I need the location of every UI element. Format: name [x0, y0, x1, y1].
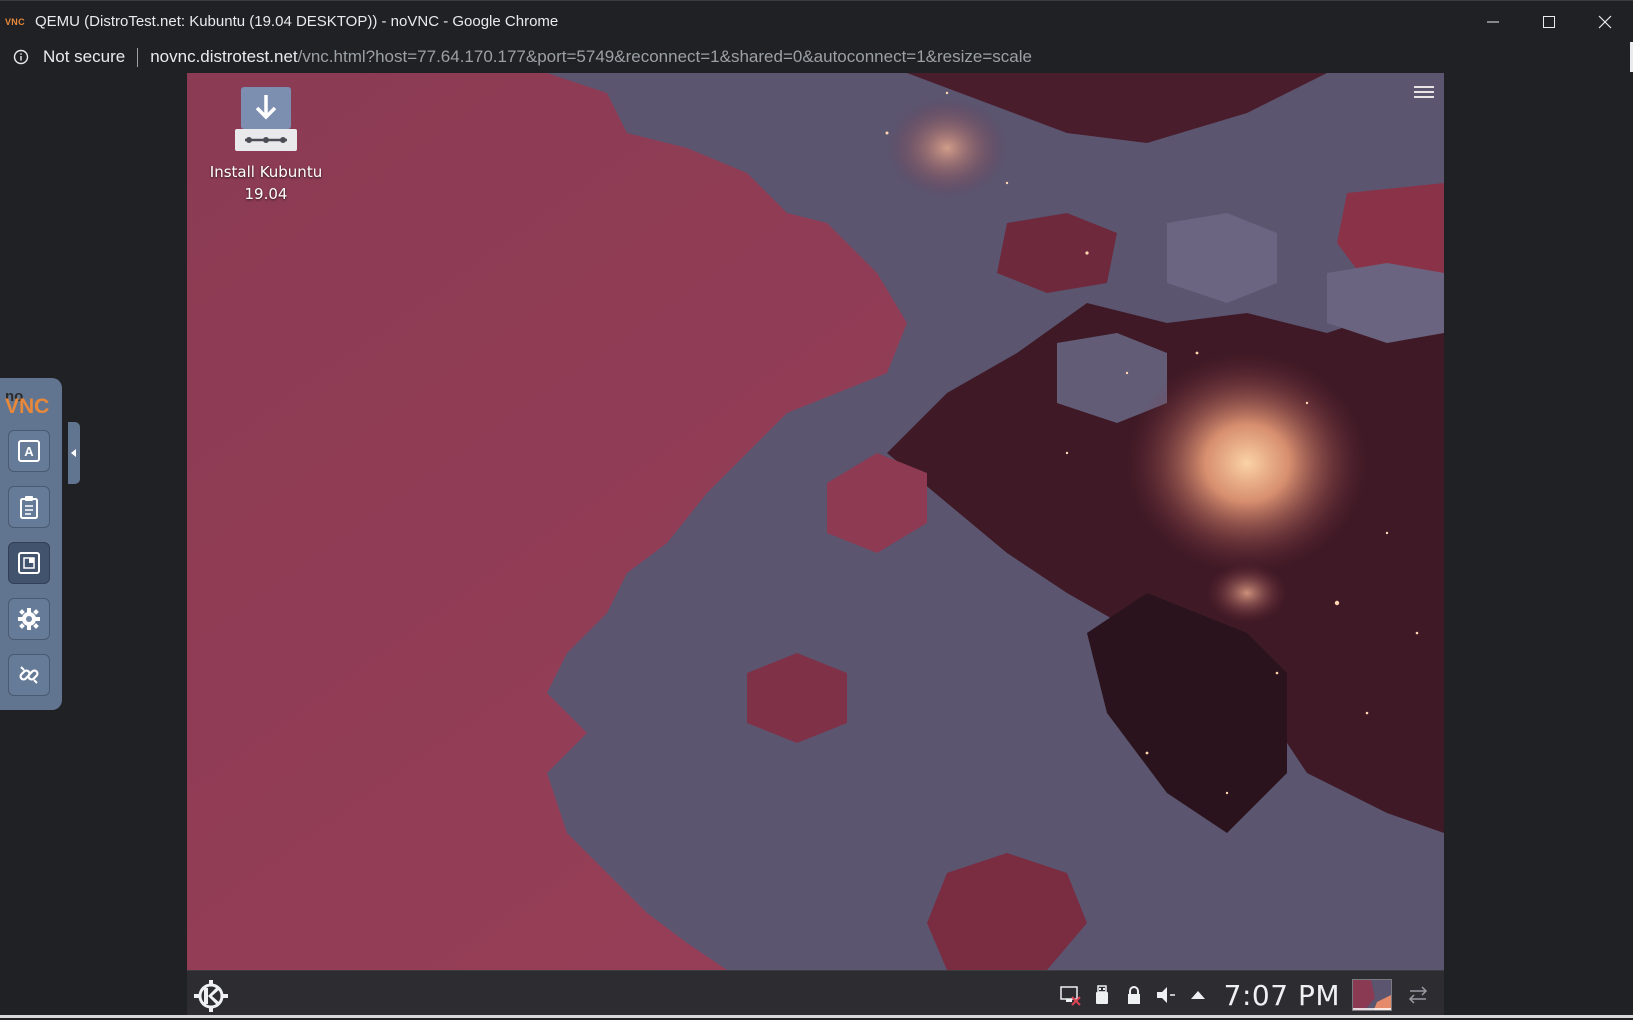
desktop-icon-install-kubuntu[interactable]: Install Kubuntu 19.04	[201, 85, 331, 205]
address-bar[interactable]: Not secure novnc.distrotest.net/vnc.html…	[0, 42, 1633, 72]
volume-tray-button[interactable]	[1152, 981, 1180, 1009]
address-divider	[137, 47, 139, 67]
minimize-button[interactable]	[1465, 1, 1521, 43]
vnc-screen[interactable]: Install Kubuntu 19.04	[187, 73, 1444, 970]
novnc-logo: no VNC	[5, 389, 50, 418]
network-tray-button[interactable]	[1056, 981, 1084, 1009]
system-tray: 7:07 PM	[1054, 971, 1434, 1019]
disconnect-icon	[19, 666, 39, 684]
desktop-icon-label-line2: 19.04	[244, 185, 288, 203]
close-button[interactable]	[1577, 1, 1633, 43]
hamburger-menu-icon	[1414, 86, 1434, 88]
fullscreen-icon	[18, 552, 40, 574]
desktop-toolbox-button[interactable]	[1414, 83, 1434, 101]
panel-options-button[interactable]	[1404, 981, 1432, 1009]
maximize-icon	[1543, 16, 1555, 28]
digital-clock[interactable]: 7:07 PM	[1224, 979, 1340, 1012]
expand-arrow-icon	[1190, 991, 1205, 999]
kubuntu-wallpaper	[187, 73, 1444, 970]
extra-keys-button[interactable]: A	[8, 430, 50, 472]
desktop-icon-label-line1: Install Kubuntu	[209, 163, 323, 181]
panel-settings-icon	[1408, 986, 1428, 1004]
gear-icon	[18, 608, 40, 630]
svg-text:A: A	[24, 444, 34, 459]
desktop-icon-label: Install Kubuntu 19.04	[210, 161, 322, 205]
kde-taskbar: 7:07 PM	[187, 970, 1444, 1018]
hamburger-line	[1414, 91, 1434, 93]
window-title: QEMU (DistroTest.net: Kubuntu (19.04 DES…	[35, 13, 559, 30]
settings-button[interactable]	[8, 598, 50, 640]
lock-tray-button[interactable]	[1120, 981, 1148, 1009]
lock-icon	[1127, 986, 1140, 1004]
novnc-control-bar-handle[interactable]	[68, 422, 80, 484]
url-host[interactable]: novnc.distrotest.net	[150, 47, 297, 67]
network-disconnected-icon	[1059, 986, 1081, 1006]
disconnect-button[interactable]	[8, 654, 50, 696]
maximize-button[interactable]	[1521, 1, 1577, 43]
kde-logo-icon	[194, 980, 228, 1012]
minimize-icon	[1487, 21, 1499, 23]
install-download-icon	[235, 87, 297, 151]
usb-tray-button[interactable]	[1088, 981, 1116, 1009]
info-icon[interactable]	[13, 49, 29, 65]
novnc-logo-vnc: VNC	[5, 395, 50, 418]
clipboard-button[interactable]	[8, 486, 50, 528]
tab-favicon: VNC	[5, 16, 25, 27]
keyboard-keys-icon: A	[18, 440, 40, 462]
desktop-pager-icon	[1353, 980, 1391, 1010]
application-launcher-button[interactable]	[191, 975, 231, 1015]
clipboard-icon	[20, 496, 38, 519]
url-path[interactable]: /vnc.html?host=77.64.170.177&port=5749&r…	[298, 47, 1032, 67]
novnc-control-bar: no VNC A	[0, 378, 62, 710]
window-controls	[1465, 1, 1633, 43]
usb-device-icon	[1095, 985, 1108, 1004]
hamburger-line	[1414, 96, 1434, 98]
volume-icon	[1156, 987, 1175, 1003]
browser-titlebar: VNC QEMU (DistroTest.net: Kubuntu (19.04…	[0, 0, 1633, 42]
desktop-pager[interactable]	[1352, 979, 1392, 1011]
close-icon	[1598, 15, 1612, 29]
collapse-arrow-icon	[71, 449, 76, 457]
fullscreen-button[interactable]	[8, 542, 50, 584]
tray-expand-button[interactable]	[1184, 981, 1212, 1009]
security-label[interactable]: Not secure	[43, 47, 125, 67]
